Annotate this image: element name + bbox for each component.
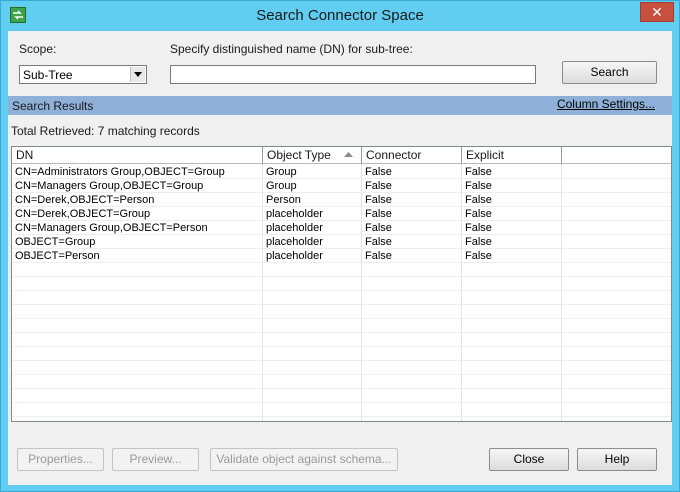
column-header-explicit[interactable]: Explicit — [462, 147, 562, 164]
table-row[interactable]: OBJECT=Person placeholder False False — [12, 249, 671, 263]
properties-button[interactable]: Properties... — [17, 448, 104, 471]
explicit-cell: False — [465, 208, 492, 220]
preview-button[interactable]: Preview... — [112, 448, 199, 471]
object-type-cell: placeholder — [266, 250, 323, 262]
window-title: Search Connector Space — [256, 7, 424, 24]
column-header-connector[interactable]: Connector — [362, 147, 462, 164]
empty-row — [12, 277, 671, 291]
title-bar: Search Connector Space ✕ — [1, 1, 679, 31]
dn-cell: CN=Derek,OBJECT=Group — [15, 208, 151, 220]
connector-cell: False — [365, 194, 392, 206]
table-row[interactable]: CN=Administrators Group,OBJECT=Group Grou… — [12, 165, 671, 179]
connector-cell: False — [365, 208, 392, 220]
table-row[interactable]: CN=Managers Group,OBJECT=Group Group False… — [12, 179, 671, 193]
table-row[interactable]: CN=Derek,OBJECT=Group placeholder False Fal… — [12, 207, 671, 221]
dn-cell: CN=Managers Group,OBJECT=Group — [15, 180, 204, 192]
scope-dropdown-value: Sub-Tree — [23, 68, 73, 82]
explicit-cell: False — [465, 250, 492, 262]
chevron-down-icon[interactable] — [130, 67, 145, 82]
sort-ascending-icon — [344, 152, 353, 157]
table-row[interactable]: CN=Derek,OBJECT=Person Person False False — [12, 193, 671, 207]
search-button[interactable]: Search — [562, 61, 657, 84]
total-retrieved: Total Retrieved: 7 matching records — [11, 124, 200, 138]
explicit-cell: False — [465, 180, 492, 192]
explicit-cell: False — [465, 194, 492, 206]
scope-label: Scope: — [19, 42, 57, 56]
column-settings-link[interactable]: Column Settings... — [557, 97, 655, 111]
empty-row — [12, 375, 671, 389]
empty-row — [12, 347, 671, 361]
column-header-dn[interactable]: DN — [12, 147, 263, 164]
dialog-body: Scope: Specify distinguished name (DN) f… — [8, 31, 672, 485]
empty-row — [12, 291, 671, 305]
connector-cell: False — [365, 180, 392, 192]
table-row[interactable]: OBJECT=Group placeholder False False — [12, 235, 671, 249]
close-window-button[interactable]: ✕ — [640, 2, 674, 22]
object-type-cell: Group — [266, 180, 297, 192]
table-header: DN Object Type Connector Explicit — [12, 147, 671, 164]
dn-cell: CN=Managers Group,OBJECT=Person — [15, 222, 208, 234]
empty-row — [12, 333, 671, 347]
object-type-cell: Group — [266, 166, 297, 178]
dn-cell: CN=Derek,OBJECT=Person — [15, 194, 155, 206]
empty-row — [12, 361, 671, 375]
dn-cell: OBJECT=Person — [15, 250, 100, 262]
search-results-header: Search Results Column Settings... — [8, 96, 672, 115]
dn-input[interactable] — [170, 65, 536, 84]
connector-cell: False — [365, 250, 392, 262]
column-header-object-type-label: Object Type — [267, 148, 331, 162]
results-table[interactable]: DN Object Type Connector Explicit CN=Adm… — [11, 146, 672, 422]
dn-cell: CN=Administrators Group,OBJECT=Group — [15, 166, 225, 178]
empty-row — [12, 389, 671, 403]
connector-cell: False — [365, 166, 392, 178]
search-results-title: Search Results — [12, 99, 94, 113]
scope-dropdown[interactable]: Sub-Tree — [19, 65, 147, 84]
dn-label: Specify distinguished name (DN) for sub-… — [170, 42, 413, 56]
validate-schema-button[interactable]: Validate object against schema... — [210, 448, 398, 471]
object-type-cell: placeholder — [266, 222, 323, 234]
table-row[interactable]: CN=Managers Group,OBJECT=Person placehold… — [12, 221, 671, 235]
object-type-cell: Person — [266, 194, 301, 206]
explicit-cell: False — [465, 222, 492, 234]
empty-row — [12, 319, 671, 333]
connector-cell: False — [365, 222, 392, 234]
empty-row — [12, 263, 671, 277]
object-type-cell: placeholder — [266, 208, 323, 220]
connector-cell: False — [365, 236, 392, 248]
help-button[interactable]: Help — [577, 448, 657, 471]
close-button[interactable]: Close — [489, 448, 569, 471]
column-header-filler — [562, 147, 671, 164]
column-header-object-type[interactable]: Object Type — [263, 147, 362, 164]
dn-cell: OBJECT=Group — [15, 236, 96, 248]
object-type-cell: placeholder — [266, 236, 323, 248]
search-connector-space-window: Search Connector Space ✕ Scope: Specify … — [0, 0, 680, 492]
empty-row — [12, 305, 671, 319]
explicit-cell: False — [465, 166, 492, 178]
explicit-cell: False — [465, 236, 492, 248]
empty-row — [12, 403, 671, 417]
